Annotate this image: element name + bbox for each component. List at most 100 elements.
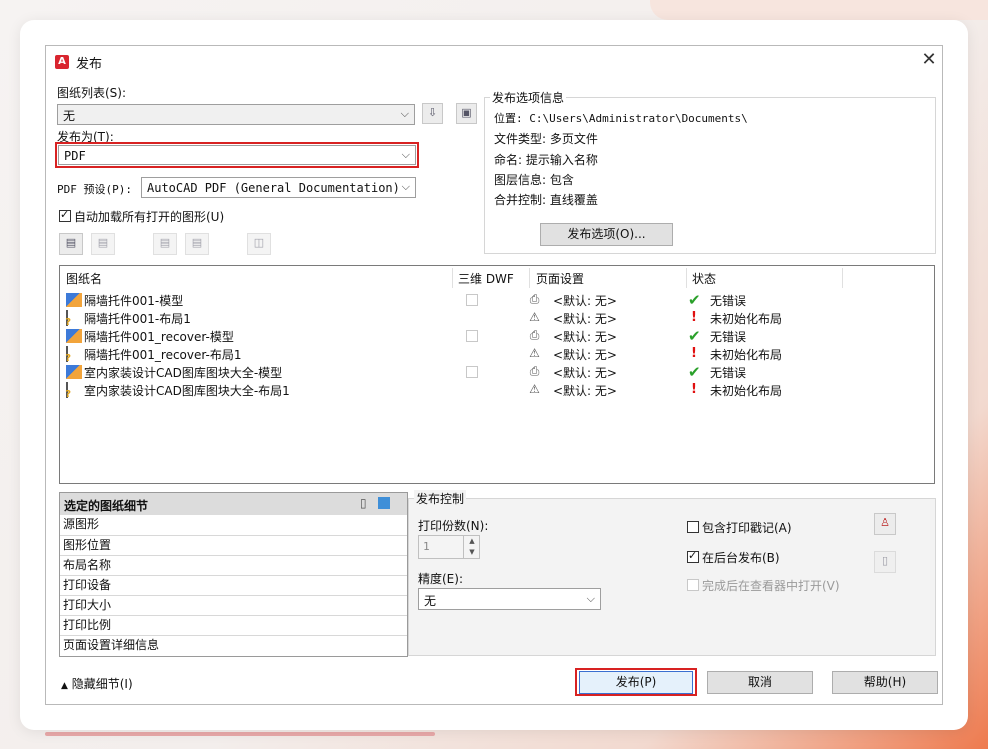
publish-button[interactable]: 发布(P) (579, 671, 693, 694)
page-setup-icon: ⎙ (529, 292, 540, 306)
page-setup-value[interactable]: <默认: 无> (553, 292, 617, 309)
image-icon[interactable] (378, 497, 390, 509)
sheet-name: 隔墙托件001-模型 (84, 294, 184, 308)
detail-page-setup-details: 页面设置详细信息 (60, 635, 407, 655)
table-row[interactable]: 隔墙托件001-模型 ⎙ <默认: 无> ✔ 无错误 (64, 291, 924, 309)
page-setup-value[interactable]: <默认: 无> (553, 382, 617, 399)
copies-stepper[interactable]: 1 ▲ ▼ (418, 535, 480, 559)
copies-label: 打印份数(N): (418, 519, 489, 533)
precision-label: 精度(E): (418, 572, 463, 586)
background-publish-checkbox[interactable]: ✓ (687, 549, 699, 563)
publish-options-legend: 发布选项信息 (490, 89, 567, 106)
column-header-status[interactable]: 状态 (692, 270, 716, 287)
open-viewer-checkbox[interactable] (687, 579, 699, 591)
info-merge: 合并控制: 直线覆盖 (494, 193, 598, 207)
page-setup-value[interactable]: <默认: 无> (553, 328, 617, 345)
table-row[interactable]: ? 隔墙托件001_recover-布局1 ⚠ <默认: 无> ! 未初始化布局 (64, 345, 924, 364)
dwf-checkbox[interactable] (466, 366, 478, 378)
cancel-button[interactable]: 取消 (707, 671, 813, 694)
precision-value: 无 (424, 594, 437, 608)
page-setup-value[interactable]: <默认: 无> (553, 364, 617, 381)
detail-source-drawing: 源图形 (63, 517, 100, 531)
layout-sheet-icon: ? (65, 346, 71, 364)
error-exclamation-icon: ! (691, 310, 697, 325)
spin-up-icon[interactable]: ▲ (463, 536, 480, 547)
column-header-page-setup[interactable]: 页面设置 (536, 270, 584, 287)
background-decoration (650, 0, 988, 20)
info-layer: 图层信息: 包含 (494, 173, 574, 187)
publish-options-button[interactable]: 发布选项(O)... (540, 223, 673, 246)
status-text: 未初始化布局 (710, 348, 783, 362)
precision-select[interactable]: 无 ⌵ (418, 588, 601, 610)
page-setup-warning-icon: ⚠ (529, 310, 540, 324)
detail-plot-size: 打印大小 (60, 595, 407, 615)
copies-value: 1 (423, 540, 430, 553)
save-sheet-list-icon[interactable]: ▣ (456, 103, 477, 124)
move-down-icon[interactable]: ▤ (185, 233, 209, 255)
page-setup-warning-icon: ⚠ (529, 382, 540, 396)
chevron-down-icon: ⌵ (401, 148, 410, 161)
sheet-list-select[interactable]: 无 ⌵ (57, 104, 415, 125)
info-naming: 命名: 提示输入名称 (494, 153, 598, 167)
table-row[interactable]: ? 室内家装设计CAD图库图块大全-布局1 ⚠ <默认: 无> ! 未初始化布局 (64, 381, 924, 400)
preview-icon[interactable]: ◫ (247, 233, 271, 255)
remove-sheets-icon[interactable]: ▤ (91, 233, 115, 255)
ok-check-icon: ✔ (688, 363, 701, 381)
page-setup-value[interactable]: <默认: 无> (553, 310, 617, 327)
column-divider (686, 268, 687, 288)
column-header-sheet-name[interactable]: 图纸名 (66, 270, 102, 287)
add-sheets-icon[interactable]: ▤ (59, 233, 83, 255)
info-file-type: 文件类型: 多页文件 (494, 132, 598, 146)
detail-plot-scale: 打印比例 (60, 615, 407, 635)
include-stamp-checkbox[interactable] (687, 521, 699, 533)
sheet-details-panel: 选定的图纸细节 ▯ 源图形 图形位置 布局名称 打印设备 打印大小 打印比例 页… (59, 492, 408, 657)
table-row[interactable]: 室内家装设计CAD图库图块大全-模型 ⎙ <默认: 无> ✔ 无错误 (64, 363, 924, 381)
model-sheet-icon (66, 365, 82, 379)
ok-check-icon: ✔ (688, 291, 701, 309)
hide-details-toggle[interactable]: ▲ 隐藏细节(I) (61, 675, 133, 692)
load-sheet-list-icon[interactable]: ⇩ (422, 103, 443, 124)
sheet-name: 隔墙托件001_recover-模型 (84, 330, 234, 344)
error-exclamation-icon: ! (691, 346, 697, 361)
layout-sheet-icon: ? (65, 310, 71, 328)
publish-to-select[interactable]: PDF ⌵ (58, 145, 416, 165)
dwf-checkbox[interactable] (466, 330, 478, 342)
detail-layout-name: 布局名称 (60, 555, 407, 575)
layout-sheet-icon: ? (65, 382, 71, 400)
move-up-icon[interactable]: ▤ (153, 233, 177, 255)
auto-load-checkbox[interactable]: ✓ (59, 208, 71, 222)
help-button[interactable]: 帮助(H) (832, 671, 938, 694)
status-text: 未初始化布局 (710, 312, 783, 326)
chevron-down-icon: ⌵ (401, 180, 410, 193)
pdf-preset-label: PDF 预设(P): (57, 183, 132, 196)
include-stamp-label: 包含打印戳记(A) (702, 521, 792, 535)
column-header-3d-dwf[interactable]: 三维 DWF (458, 270, 514, 287)
status-text: 无错误 (710, 330, 747, 344)
publish-to-value: PDF (64, 149, 86, 163)
pdf-preset-select[interactable]: AutoCAD PDF (General Documentation) ⌵ (141, 177, 416, 198)
sheet-details-header: 选定的图纸细节 ▯ (60, 493, 407, 515)
sheet-details-title: 选定的图纸细节 (64, 499, 149, 513)
page-setup-value[interactable]: <默认: 无> (553, 346, 617, 363)
sheet-name: 室内家装设计CAD图库图块大全-布局1 (84, 384, 290, 398)
page-setup-warning-icon: ⚠ (529, 346, 540, 360)
page-setup-icon: ⎙ (529, 364, 540, 378)
auto-load-label: 自动加载所有打开的图形(U) (74, 210, 225, 224)
triangle-up-icon: ▲ (61, 681, 68, 691)
spin-down-icon[interactable]: ▼ (463, 547, 480, 558)
sheet-table: 图纸名 三维 DWF 页面设置 状态 隔墙托件001-模型 ⎙ <默认: 无> … (59, 265, 935, 484)
info-location: 位置: C:\Users\Administrator\Documents\ (494, 112, 748, 125)
checkmark-icon: ✓ (60, 208, 70, 221)
table-row[interactable]: 隔墙托件001_recover-模型 ⎙ <默认: 无> ✔ 无错误 (64, 327, 924, 345)
checkmark-icon: ✓ (688, 549, 698, 562)
status-text: 未初始化布局 (710, 384, 783, 398)
close-icon[interactable]: ✕ (918, 50, 940, 72)
table-row[interactable]: ? 隔墙托件001-布局1 ⚠ <默认: 无> ! 未初始化布局 (64, 309, 924, 328)
model-sheet-icon (66, 293, 82, 307)
document-icon[interactable]: ▯ (360, 496, 367, 510)
sheet-name: 室内家装设计CAD图库图块大全-模型 (84, 366, 283, 380)
chevron-down-icon: ⌵ (586, 592, 595, 605)
export-icon[interactable]: ▯ (874, 551, 896, 573)
dwf-checkbox[interactable] (466, 294, 478, 306)
plot-stamp-settings-icon[interactable]: ♙ (874, 513, 896, 535)
